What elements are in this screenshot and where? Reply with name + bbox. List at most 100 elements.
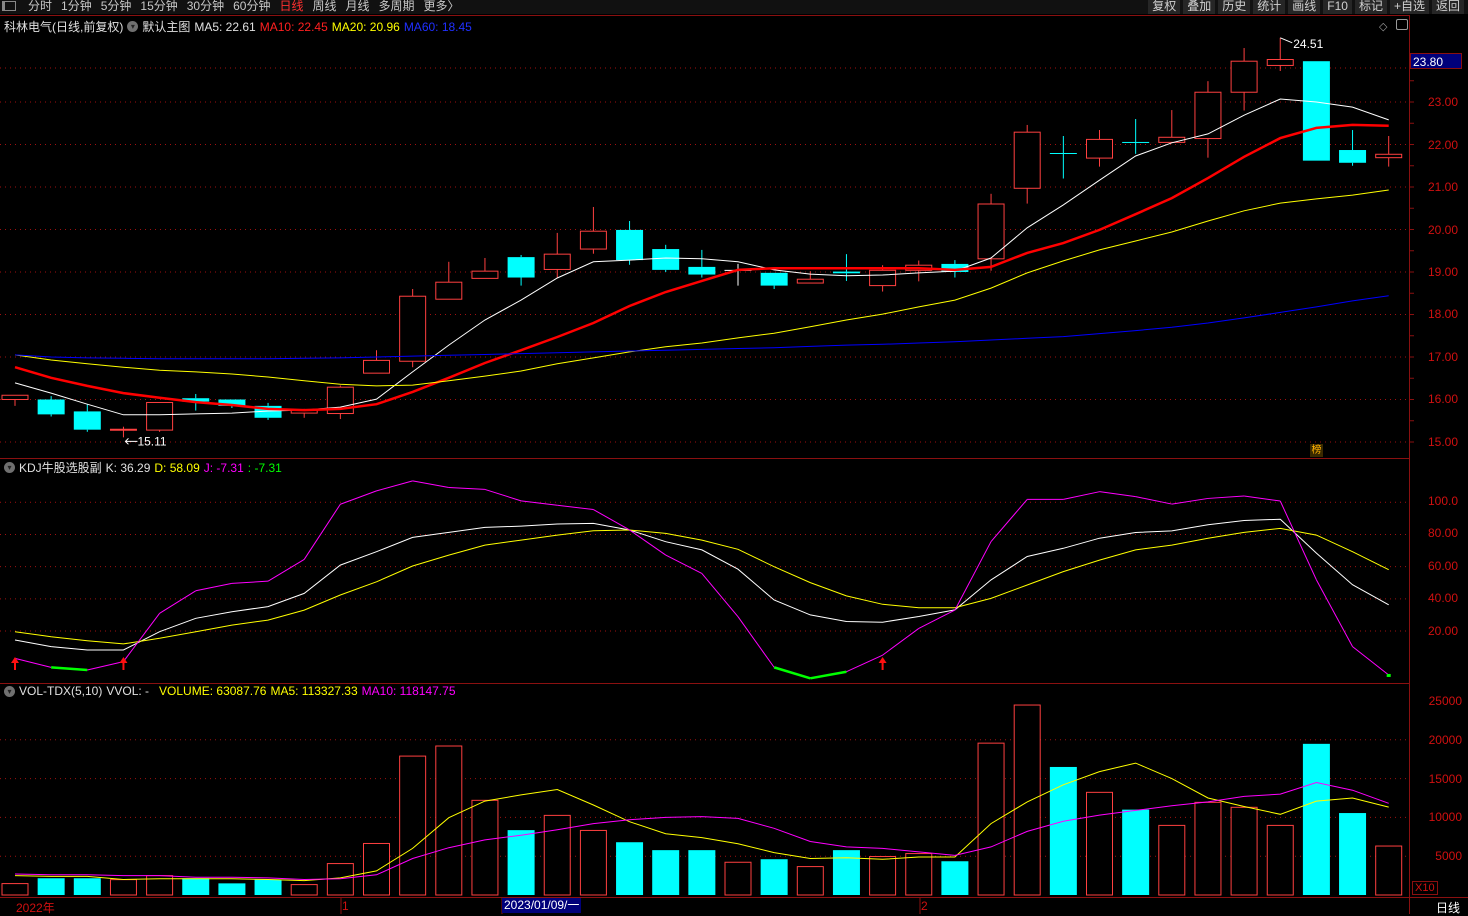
vol-axis-label: 10000 (1428, 810, 1462, 824)
chevron-down-icon[interactable]: ▾ (4, 462, 15, 473)
volume-bar (363, 842, 390, 896)
volume-bar (905, 853, 933, 896)
price-axis-label: 19.00 (1427, 265, 1458, 279)
buy-signal-arrow-icon (878, 657, 887, 670)
vol-axis-label: 20000 (1428, 733, 1462, 747)
kdj-extra-value: : -7.31 (247, 460, 282, 475)
volume-bar (1049, 766, 1077, 895)
candle-body (869, 269, 897, 287)
ma-line-ma20 (14, 189, 1389, 387)
candle-body (1375, 153, 1403, 159)
x-axis-month-label: 1 (342, 899, 349, 913)
vol-title[interactable]: VOL-TDX(5,10) (19, 684, 102, 698)
volume-bar (1194, 801, 1222, 896)
candle-body (146, 401, 174, 431)
diamond-icon[interactable]: ◇ (1379, 20, 1387, 33)
vvol-value: VVOL: - (106, 684, 150, 698)
volume-bar (290, 884, 318, 896)
kdj-d-value: D: 58.09 (154, 460, 200, 475)
volume-bar (1302, 743, 1330, 895)
volume-bar (616, 842, 644, 895)
panel-toggle-icon[interactable] (1396, 19, 1408, 30)
current-price-label: 23.80 (1410, 53, 1462, 69)
volume-bar (399, 755, 427, 896)
volume-bar (471, 799, 499, 896)
volume-bar (1375, 845, 1403, 896)
volume-bar (832, 850, 860, 895)
volume-bar (73, 878, 101, 895)
ma-line-ma60 (14, 295, 1389, 360)
candle-body (688, 266, 716, 275)
volume-bar (1, 883, 29, 896)
volume-value: VOLUME: 63087.76 (159, 684, 267, 698)
volume-bar (218, 883, 246, 895)
candle-body (1158, 136, 1186, 143)
high-marker-arrow (1280, 37, 1293, 44)
vol-multiplier: X10 (1412, 881, 1438, 895)
kdj-line-j-segment (737, 616, 775, 668)
ranking-badge[interactable]: 榜 (1310, 444, 1323, 457)
volume-bar (579, 829, 607, 896)
kdj-title[interactable]: KDJ牛股选股副 (19, 459, 102, 476)
candle-body (796, 278, 824, 284)
template-name[interactable]: 默认主图 (142, 18, 190, 35)
candle-body (435, 281, 463, 300)
period-label[interactable]: 日线 (1436, 899, 1460, 916)
kdj-line-j-segment (1207, 495, 1245, 499)
volume-bar (1013, 704, 1041, 896)
volume-bar (869, 856, 897, 896)
volume-bar (1230, 806, 1258, 896)
kdj-line-j-segment (448, 486, 485, 490)
kdj-j-end-dot (1386, 673, 1391, 677)
kdj-line-j-segment (1135, 496, 1172, 505)
price-axis-label: 20.00 (1427, 223, 1458, 237)
price-axis-label: 15.00 (1427, 435, 1458, 449)
vol-axis-label: 25000 (1428, 694, 1462, 708)
candle-body (471, 270, 499, 279)
kdj-axis-label: 100.0 (1427, 494, 1458, 508)
candle-body (1266, 59, 1294, 66)
kdj-pane-header: ▾ KDJ牛股选股副 K: 36.29 D: 58.09 J: -7.31 : … (4, 459, 282, 476)
price-axis-label: 21.00 (1427, 180, 1458, 194)
volume-bar (37, 878, 65, 895)
kdj-line-j-segment (882, 628, 920, 656)
chevron-down-icon[interactable]: ▾ (4, 685, 15, 697)
volume-bar (1158, 824, 1186, 896)
volume-bar (1086, 791, 1113, 896)
low-marker-arrow (124, 437, 138, 445)
main-pane-header: 科林电气(日线,前复权) ▾ 默认主图 MA5: 22.61 MA10: 22.… (4, 18, 472, 35)
vol-pane-header: ▾ VOL-TDX(5,10) VVOL: - VOLUME: 63087.76… (4, 684, 456, 698)
candle-body (1302, 61, 1330, 161)
candle-body (543, 253, 571, 270)
x-axis-year-label: 2022年 (16, 901, 55, 915)
kdj-line-d (14, 527, 1389, 645)
kdj-line-j-segment (1171, 497, 1209, 505)
kdj-line-j-segment (665, 554, 703, 574)
volume-bar (435, 745, 463, 896)
candle-body (1230, 60, 1258, 93)
chart-canvas[interactable]: 24.51 15.11 (0, 0, 1468, 914)
kdj-line-j-segment (1099, 491, 1136, 498)
candle-body (1194, 91, 1222, 140)
vol-axis-label: 5000 (1435, 849, 1462, 863)
x-axis-selected-date: 2023/01/09/一 (502, 898, 582, 913)
kdj-line-j-segment (810, 670, 847, 680)
kdj-line-j-segment (484, 488, 522, 502)
volume-bar (109, 879, 137, 896)
pane-divider (0, 15, 1410, 16)
kdj-line-j-segment (990, 499, 1028, 542)
volume-bar (1266, 824, 1294, 896)
candle-body (1013, 131, 1041, 189)
volume-bar (977, 742, 1005, 896)
ma60-value: MA60: 18.45 (403, 19, 472, 34)
low-price-label: 15.11 (137, 434, 166, 448)
kdj-line-j-segment (303, 503, 341, 560)
candle-body (37, 399, 65, 415)
kdj-j-value: J: -7.31 (203, 460, 244, 475)
kdj-line-j-segment (701, 573, 739, 618)
chevron-down-icon[interactable]: ▾ (127, 21, 139, 32)
volume-bar (254, 879, 282, 895)
volume-bar (507, 830, 535, 895)
candle-body (1049, 153, 1077, 154)
stock-name[interactable]: 科林电气(日线,前复权) (4, 18, 123, 35)
